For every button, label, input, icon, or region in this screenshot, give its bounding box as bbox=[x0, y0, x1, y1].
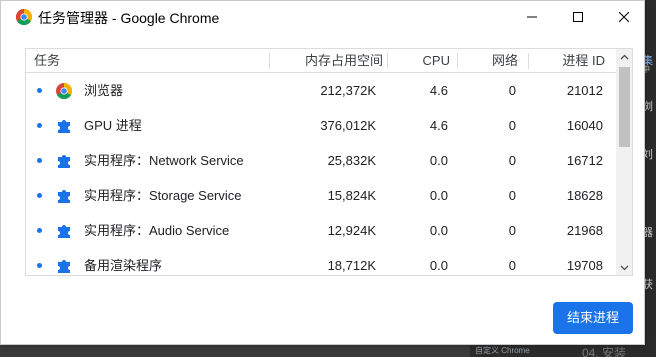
cpu-value: 0.0 bbox=[429, 223, 448, 238]
close-icon bbox=[619, 12, 629, 22]
cpu-value: 4.6 bbox=[429, 118, 448, 133]
minimize-button[interactable] bbox=[509, 1, 555, 33]
status-dot bbox=[37, 193, 42, 198]
status-dot bbox=[37, 263, 42, 268]
puzzle-icon bbox=[58, 155, 70, 168]
minimize-icon bbox=[527, 16, 537, 18]
column-divider[interactable] bbox=[269, 53, 270, 69]
puzzle-icon bbox=[58, 190, 70, 203]
table-row[interactable]: 实用程序：Network Service 25,832K 0.0 0 16712 bbox=[26, 143, 616, 178]
task-name: 实用程序：Network Service bbox=[84, 153, 244, 168]
pid-value: 21968 bbox=[566, 223, 603, 238]
header-cpu[interactable]: CPU bbox=[423, 49, 450, 73]
maximize-button[interactable] bbox=[555, 1, 601, 33]
table-row[interactable]: GPU 进程 376,012K 4.6 0 16040 bbox=[26, 108, 616, 143]
close-button[interactable] bbox=[601, 1, 647, 33]
pid-value: 16712 bbox=[566, 153, 603, 168]
memory-value: 25,832K bbox=[327, 153, 376, 168]
scroll-thumb[interactable] bbox=[619, 67, 630, 147]
network-value: 0 bbox=[508, 118, 516, 133]
network-value: 0 bbox=[508, 83, 516, 98]
pid-value: 18628 bbox=[566, 188, 603, 203]
memory-value: 15,824K bbox=[327, 188, 376, 203]
title-bar[interactable]: 任务管理器 - Google Chrome bbox=[1, 1, 644, 33]
memory-value: 212,372K bbox=[320, 83, 376, 98]
column-divider[interactable] bbox=[387, 53, 388, 69]
process-table: 任务 内存占用空间 CPU 网络 进程 ID 浏览器 212,372K 4.6 … bbox=[25, 48, 633, 276]
task-name: 实用程序：Audio Service bbox=[84, 223, 230, 238]
maximize-icon bbox=[573, 12, 583, 22]
window-title: 任务管理器 - Google Chrome bbox=[38, 10, 220, 26]
scroll-up-icon[interactable] bbox=[620, 53, 629, 62]
chrome-icon bbox=[56, 83, 72, 99]
memory-value: 12,924K bbox=[327, 223, 376, 238]
memory-value: 376,012K bbox=[320, 118, 376, 133]
background-heading: 04. 安装 bbox=[582, 346, 627, 357]
status-dot bbox=[37, 228, 42, 233]
task-name: 浏览器 bbox=[84, 83, 124, 98]
table-header: 任务 内存占用空间 CPU 网络 进程 ID bbox=[26, 49, 616, 73]
table-row[interactable]: 实用程序：Storage Service 15,824K 0.0 0 18628 bbox=[26, 178, 616, 213]
puzzle-icon bbox=[58, 225, 70, 238]
puzzle-icon bbox=[58, 120, 70, 133]
pid-value: 19708 bbox=[566, 258, 603, 273]
pid-value: 16040 bbox=[566, 118, 603, 133]
header-pid[interactable]: 进程 ID bbox=[562, 49, 605, 73]
header-network[interactable]: 网络 bbox=[492, 49, 518, 73]
table-row[interactable]: 浏览器 212,372K 4.6 0 21012 bbox=[26, 73, 616, 108]
header-task[interactable]: 任务 bbox=[34, 49, 60, 73]
network-value: 0 bbox=[508, 153, 516, 168]
header-memory[interactable]: 内存占用空间 bbox=[305, 49, 383, 73]
network-value: 0 bbox=[508, 258, 516, 273]
pid-value: 21012 bbox=[566, 83, 603, 98]
task-name: 实用程序：Storage Service bbox=[84, 188, 242, 203]
puzzle-icon bbox=[58, 260, 70, 273]
network-value: 0 bbox=[508, 188, 516, 203]
table-row[interactable]: 备用渲染程序 18,712K 0.0 0 19708 bbox=[26, 248, 616, 275]
column-divider[interactable] bbox=[457, 53, 458, 69]
background-link: 自定义 Chrome bbox=[475, 346, 530, 355]
cpu-value: 0.0 bbox=[429, 258, 448, 273]
network-value: 0 bbox=[508, 223, 516, 238]
chrome-icon bbox=[16, 9, 32, 25]
scroll-down-icon[interactable] bbox=[620, 263, 629, 272]
column-divider[interactable] bbox=[528, 53, 529, 69]
status-dot bbox=[37, 158, 42, 163]
cpu-value: 0.0 bbox=[429, 153, 448, 168]
cpu-value: 0.0 bbox=[429, 188, 448, 203]
vertical-scrollbar[interactable] bbox=[616, 49, 632, 275]
task-manager-window: 任务管理器 - Google Chrome 任务 内存占用空间 CPU 网络 进… bbox=[0, 0, 645, 345]
task-name: 备用渲染程序 bbox=[84, 258, 163, 273]
memory-value: 18,712K bbox=[327, 258, 376, 273]
cpu-value: 4.6 bbox=[429, 83, 448, 98]
end-process-button[interactable]: 结束进程 bbox=[553, 302, 633, 334]
task-name: GPU 进程 bbox=[84, 118, 142, 133]
status-dot bbox=[37, 123, 42, 128]
table-row[interactable]: 实用程序：Audio Service 12,924K 0.0 0 21968 bbox=[26, 213, 616, 248]
status-dot bbox=[37, 88, 42, 93]
